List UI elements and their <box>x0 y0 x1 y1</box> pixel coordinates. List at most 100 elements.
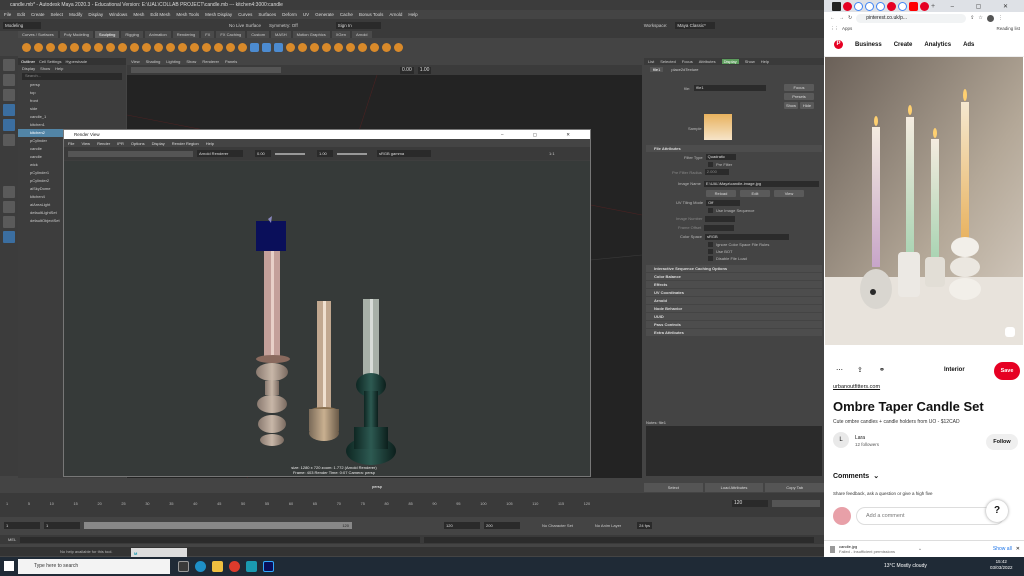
color-space-dropdown[interactable]: sRGB <box>705 233 790 240</box>
range-bar[interactable]: 120 <box>84 521 352 529</box>
load-attributes-button[interactable]: Load Attributes <box>704 483 764 492</box>
outliner-item[interactable]: front <box>18 97 126 105</box>
file-name-field[interactable]: file1 <box>694 85 767 91</box>
outliner-item[interactable]: top <box>18 89 126 97</box>
sculpt-tool-icon[interactable] <box>334 42 343 52</box>
tab-icon-1[interactable] <box>832 1 841 11</box>
render-menu-file[interactable]: File <box>68 141 74 146</box>
view-button[interactable]: View <box>774 189 804 197</box>
menu-deform[interactable]: Deform <box>282 12 297 17</box>
viewport-menu-show[interactable]: Show <box>186 59 196 64</box>
symmetry-dropdown[interactable]: Symmetry: Off <box>269 23 298 28</box>
close-icon[interactable]: ✕ <box>1016 546 1020 552</box>
sculpt-tool-icon[interactable] <box>358 42 367 52</box>
outliner-item[interactable]: persp <box>18 81 126 89</box>
image-number-field[interactable] <box>705 215 736 222</box>
disable-file-load-checkbox[interactable] <box>708 256 713 261</box>
uv-tiling-dropdown[interactable]: Off <box>706 199 741 206</box>
sculpt-tool-icon[interactable] <box>202 42 211 52</box>
show-all-link[interactable]: Show all <box>993 546 1012 552</box>
user-avatar[interactable]: L <box>833 432 849 448</box>
render-menu-options[interactable]: Options <box>131 141 145 146</box>
shelf-tab-arnold[interactable]: Arnold <box>351 31 372 38</box>
windows-start-icon[interactable] <box>4 561 14 571</box>
current-frame-field[interactable]: 120 <box>732 500 768 507</box>
forward-icon[interactable]: → <box>839 15 844 21</box>
exposure-field[interactable]: 0.00 <box>255 150 271 157</box>
address-bar[interactable]: pinterest.co.uk/p... <box>856 13 967 23</box>
section-node-behavior[interactable]: Node Behavior <box>646 305 822 312</box>
copy-tab-button[interactable]: Copy Tab <box>765 483 825 492</box>
shelf-tab-curves-surfaces[interactable]: Curves / Surfaces <box>18 31 58 38</box>
image-name-field[interactable]: E:\UAL\Maya\candle-image.jpg <box>703 180 819 187</box>
new-tab-icon[interactable]: + <box>931 3 935 10</box>
bookmark-star-icon[interactable]: ☆ <box>978 15 982 21</box>
tab-pinterest-icon-3[interactable] <box>920 1 929 11</box>
save-button[interactable]: Save <box>994 362 1020 380</box>
sculpt-tool-icon[interactable] <box>154 42 163 52</box>
outliner-item[interactable]: kitchen1 <box>18 121 126 129</box>
more-options-icon[interactable]: ⋯ <box>836 366 843 374</box>
sculpt-tool-icon[interactable] <box>382 42 391 52</box>
photoshop-icon[interactable] <box>263 561 274 572</box>
menu-mesh[interactable]: Mesh <box>133 12 144 17</box>
reload-icon[interactable]: ↻ <box>848 15 852 21</box>
sculpt-tool-icon[interactable] <box>238 42 247 52</box>
viewport-menu-renderer[interactable]: Renderer <box>202 59 219 64</box>
time-slider[interactable]: 1 5 10 15 20 25 30 35 40 45 50 55 60 65 70 75 80 85 90 95 10… <box>0 493 824 517</box>
apps-bookmark[interactable]: Apps <box>842 26 852 31</box>
shelf-tab-fx[interactable]: FX <box>201 31 215 38</box>
nav-create[interactable]: Create <box>894 42 913 48</box>
sign-in-button[interactable]: Sign In <box>335 21 381 29</box>
taskbar-search[interactable]: Type here to search <box>18 559 170 574</box>
color-mode-dropdown[interactable]: sRGB gamma <box>377 150 431 157</box>
sculpt-tool-icon[interactable] <box>70 42 79 52</box>
board-dropdown[interactable]: Interior <box>944 367 965 373</box>
command-input[interactable] <box>20 536 421 543</box>
menu-mesh-tools[interactable]: Mesh Tools <box>176 12 199 17</box>
chevron-up-icon[interactable]: ^ <box>919 547 921 552</box>
sculpt-tool-icon[interactable] <box>94 42 103 52</box>
select-tool-icon[interactable] <box>3 59 15 71</box>
shelf-tab-sculpting[interactable]: Sculpting <box>94 31 120 38</box>
no-live-surface[interactable]: No Live Surface <box>229 23 261 28</box>
edge-icon[interactable] <box>195 561 206 572</box>
menu-generate[interactable]: Generate <box>315 12 334 17</box>
end-frame-field[interactable]: 200 <box>484 521 520 529</box>
sculpt-tool-icon[interactable] <box>178 42 187 52</box>
menu-select[interactable]: Select <box>51 12 64 17</box>
exposure-slider[interactable] <box>275 152 305 155</box>
renderer-dropdown[interactable]: Arnold Renderer <box>197 150 243 157</box>
menu-file[interactable]: File <box>4 12 11 17</box>
menu-edit-mesh[interactable]: Edit Mesh <box>150 12 170 17</box>
file-explorer-icon[interactable] <box>212 561 223 572</box>
share-icon[interactable]: ⇪ <box>970 15 974 21</box>
tab-place2dtexture[interactable]: place2dTexture <box>671 67 698 72</box>
nav-analytics[interactable]: Analytics <box>924 42 951 48</box>
window-controls[interactable]: – ▢ ✕ <box>501 130 584 139</box>
shelf-tab-animation[interactable]: Animation <box>144 31 171 38</box>
back-icon[interactable]: ← <box>830 15 835 21</box>
menu-help[interactable]: Help <box>408 12 417 17</box>
focus-button[interactable]: Focus <box>784 84 814 91</box>
viewport-exposure-field[interactable]: 0.00 <box>400 66 414 74</box>
attr-menu-show[interactable]: Show <box>745 59 755 64</box>
viewport-gamma-field[interactable]: 1.00 <box>417 66 432 74</box>
sculpt-tool-icon[interactable] <box>394 42 403 52</box>
edit-button[interactable]: Edit <box>740 189 770 197</box>
use-bot-checkbox[interactable] <box>708 249 713 254</box>
playback-end-field[interactable]: 120 <box>444 521 480 529</box>
sculpt-tool-icon[interactable] <box>298 42 307 52</box>
sculpt-tool-icon[interactable] <box>214 42 223 52</box>
follow-button[interactable]: Follow <box>986 434 1018 450</box>
tab-google-icon[interactable] <box>854 1 863 11</box>
outliner-search[interactable]: Search... <box>22 73 122 80</box>
viewport-menu-view[interactable]: View <box>131 59 140 64</box>
outliner-tab-hypershade[interactable]: Hypershade <box>65 59 87 64</box>
mel-label[interactable]: MEL <box>8 537 16 542</box>
anim-layer-dropdown[interactable]: No Anim Layer <box>595 523 621 528</box>
outliner-tab-cell-settings[interactable]: Cell Settings <box>39 59 61 64</box>
viewport-menu-panels[interactable]: Panels <box>225 59 237 64</box>
sculpt-tool-icon[interactable] <box>262 42 271 52</box>
render-menu-view[interactable]: View <box>81 141 90 146</box>
